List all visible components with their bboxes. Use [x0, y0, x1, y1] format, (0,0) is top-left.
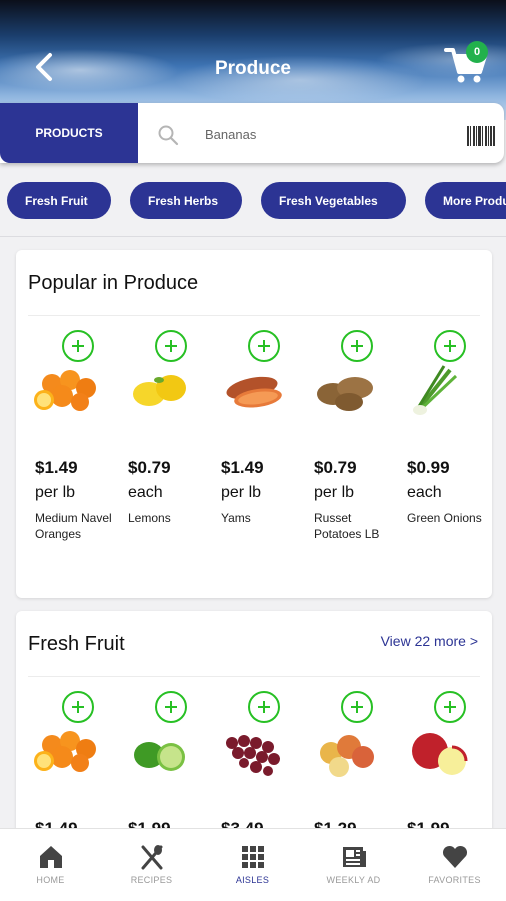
chip-fresh-fruit[interactable]: Fresh Fruit: [7, 182, 111, 219]
nav-aisles[interactable]: AISLES: [202, 829, 303, 901]
product-name: Medium Navel Oranges: [35, 511, 112, 541]
add-to-cart-button[interactable]: [248, 330, 280, 362]
search-bar: PRODUCTS: [0, 103, 504, 163]
potatoes-image: [317, 377, 373, 411]
barcode-icon[interactable]: [465, 124, 497, 148]
add-to-cart-button[interactable]: [341, 330, 373, 362]
oranges-image: [34, 731, 96, 772]
grapes-image: [226, 735, 280, 776]
category-chips: Fresh Fruit Fresh Herbs Fresh Vegetables…: [0, 182, 506, 222]
home-icon: [40, 846, 62, 868]
section-title: Fresh Fruit: [28, 633, 125, 655]
add-to-cart-button[interactable]: [62, 691, 94, 723]
nav-label: WEEKLY AD: [326, 875, 381, 885]
grid-icon: [242, 846, 264, 868]
add-to-cart-button[interactable]: [248, 691, 280, 723]
product-name: Russet Potatoes LB: [314, 511, 380, 541]
utensils-icon: [141, 845, 163, 870]
red-apple-image: [412, 733, 468, 775]
product-name: Yams: [221, 511, 251, 525]
nav-recipes[interactable]: RECIPES: [101, 829, 202, 901]
yams-image: [226, 376, 282, 408]
add-to-cart-button[interactable]: [341, 691, 373, 723]
nav-favorites[interactable]: FAVORITES: [404, 829, 505, 901]
nav-label: RECIPES: [130, 875, 173, 885]
product-price: $0.79: [314, 458, 357, 477]
add-to-cart-button[interactable]: [155, 330, 187, 362]
product-unit: each: [407, 484, 442, 501]
chip-fresh-herbs[interactable]: Fresh Herbs: [130, 182, 242, 219]
product-unit: each: [128, 484, 163, 501]
nav-label: FAVORITES: [428, 875, 481, 885]
section-title: Popular in Produce: [28, 272, 199, 294]
divider: [28, 676, 480, 677]
product-unit: per lb: [314, 484, 355, 501]
divider: [28, 315, 480, 316]
nav-label: AISLES: [235, 875, 270, 885]
green-onions-image: [413, 365, 458, 415]
product-price: $1.49: [35, 458, 78, 477]
page-title: Produce: [214, 58, 292, 79]
product-name: Green Onions: [407, 511, 482, 525]
chip-more-produce[interactable]: More Produce: [425, 182, 506, 219]
product-price: $1.49: [221, 458, 264, 477]
product-price: $0.99: [407, 458, 450, 477]
products-button[interactable]: PRODUCTS: [0, 103, 138, 163]
oranges-image: [34, 370, 96, 411]
apples-image: [320, 735, 374, 777]
add-to-cart-button[interactable]: [434, 691, 466, 723]
view-more-link[interactable]: View 22 more >: [381, 633, 478, 649]
add-to-cart-button[interactable]: [434, 330, 466, 362]
divider: [0, 236, 506, 237]
bottom-nav: HOME RECIPES AISLES WEEKLY AD FAVORITES: [0, 828, 506, 901]
cart-count-badge: 0: [466, 41, 488, 63]
product-name: Lemons: [128, 511, 171, 525]
add-to-cart-button[interactable]: [155, 691, 187, 723]
lemons-image: [133, 375, 186, 406]
popular-card: Popular in Produce $1.49 per lb Medium N…: [16, 250, 492, 598]
search-icon: [158, 125, 179, 146]
add-to-cart-button[interactable]: [62, 330, 94, 362]
product-price: $0.79: [128, 458, 171, 477]
chip-fresh-vegetables[interactable]: Fresh Vegetables: [261, 182, 406, 219]
nav-label: HOME: [36, 875, 65, 885]
heart-icon: [442, 845, 468, 868]
nav-weekly-ad[interactable]: WEEKLY AD: [303, 829, 404, 901]
newspaper-icon: [343, 847, 366, 867]
product-unit: per lb: [35, 484, 76, 501]
search-input[interactable]: [205, 122, 445, 146]
limes-image: [134, 742, 185, 771]
app-header: Produce 0: [0, 0, 506, 120]
nav-home[interactable]: HOME: [0, 829, 101, 901]
product-unit: per lb: [221, 484, 262, 501]
